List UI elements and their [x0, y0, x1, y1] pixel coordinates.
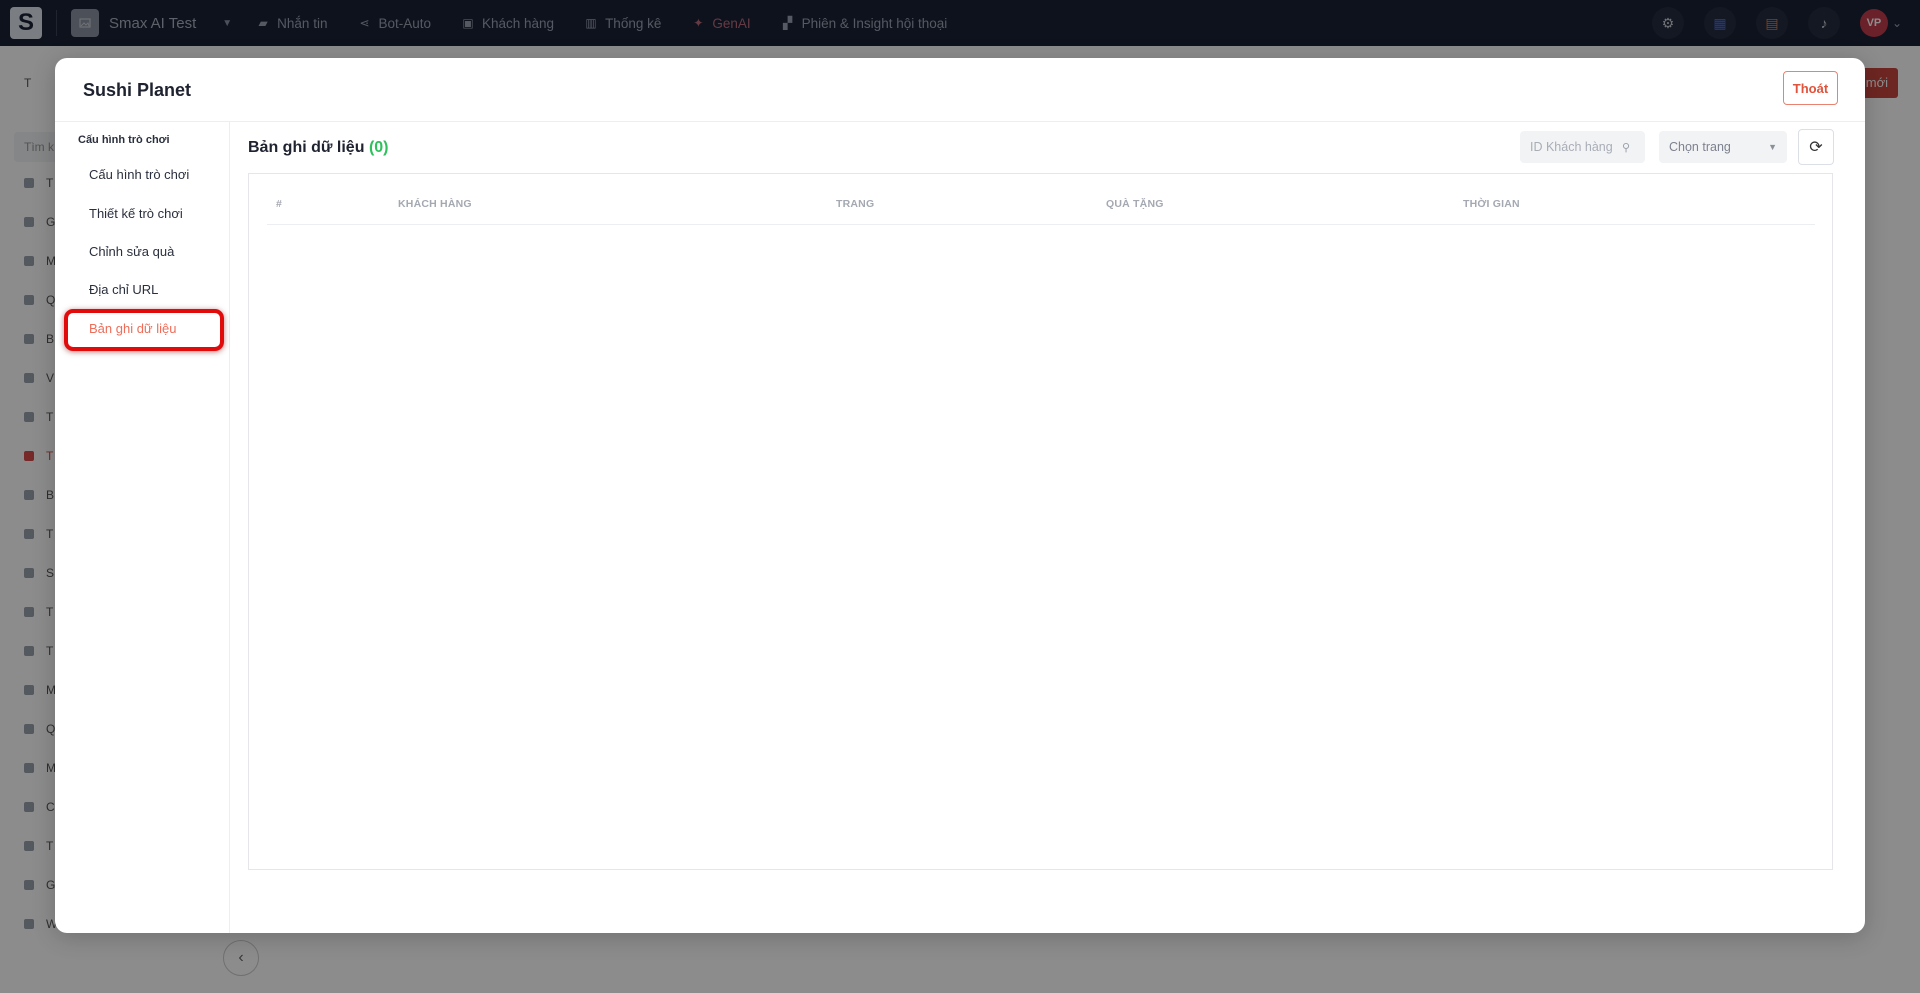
exit-button[interactable]: Thoát [1783, 71, 1838, 105]
chevron-down-icon: ▼ [1768, 142, 1777, 152]
page-title: Bản ghi dữ liệu (0) [248, 139, 389, 157]
sidebar-item-game-config[interactable]: Cấu hình trò chơi [89, 167, 189, 182]
customer-id-input[interactable] [1530, 140, 1622, 154]
sidebar-item-url-address[interactable]: Địa chỉ URL [89, 282, 158, 297]
column-index: # [276, 198, 283, 210]
table-header: # KHÁCH HÀNG TRANG QUÀ TẶNG THỜI GIAN [267, 174, 1815, 225]
page-select-value: Chọn trang [1669, 140, 1731, 154]
divider [55, 121, 1865, 122]
sidebar-heading: Cấu hình trò chơi [78, 134, 170, 146]
search-icon: ⚲ [1622, 141, 1631, 154]
column-gift: QUÀ TẶNG [1106, 198, 1164, 210]
sidebar-item-edit-gifts[interactable]: Chỉnh sửa quà [89, 244, 174, 259]
column-time: THỜI GIAN [1463, 198, 1520, 210]
modal-sidebar: Cấu hình trò chơi Cấu hình trò chơi Thiế… [55, 122, 230, 933]
column-customer: KHÁCH HÀNG [398, 198, 472, 210]
column-page: TRANG [836, 198, 875, 210]
refresh-button[interactable]: ⟳ [1798, 129, 1834, 165]
game-config-modal: Sushi Planet Thoát Cấu hình trò chơi Cấu… [55, 58, 1865, 933]
refresh-icon: ⟳ [1809, 139, 1823, 156]
records-table: # KHÁCH HÀNG TRANG QUÀ TẶNG THỜI GIAN [248, 173, 1833, 870]
customer-id-search[interactable]: ⚲ [1520, 131, 1645, 163]
modal-title: Sushi Planet [83, 80, 192, 100]
highlight-annotation [64, 309, 224, 351]
page-select[interactable]: Chọn trang ▼ [1659, 131, 1787, 163]
sidebar-item-game-design[interactable]: Thiết kế trò chơi [89, 206, 183, 221]
record-count: (0) [368, 139, 389, 156]
page-title-text: Bản ghi dữ liệu [248, 139, 365, 156]
